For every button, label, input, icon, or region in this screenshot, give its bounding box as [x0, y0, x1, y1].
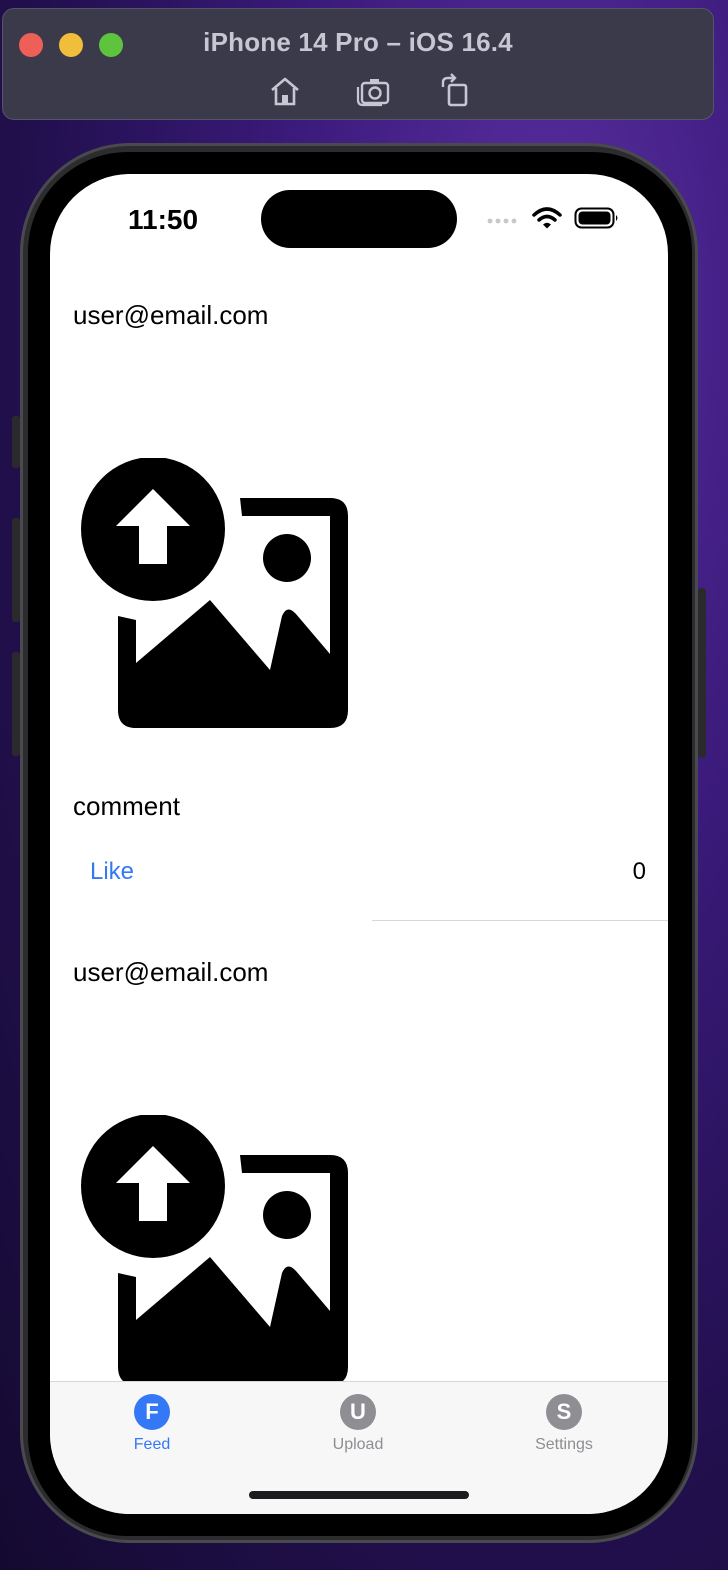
simulator-titlebar: iPhone 14 Pro – iOS 16.4 [2, 8, 714, 120]
post-author-email: user@email.com [73, 957, 269, 987]
feed-tab-icon: F [134, 1394, 170, 1430]
silent-switch [12, 416, 20, 468]
phone-screen: 11:50 user@email.com comment Like 0 user… [50, 174, 668, 1514]
like-button[interactable]: Like [90, 858, 134, 886]
wifi-icon [532, 206, 562, 235]
home-icon[interactable] [267, 73, 303, 109]
status-time: 11:50 [128, 204, 199, 235]
like-count: 0 [632, 858, 646, 885]
post-author-email: user@email.com [73, 300, 269, 330]
battery-icon [574, 206, 620, 235]
tab-settings[interactable]: S Settings [504, 1394, 624, 1454]
tab-feed[interactable]: F Feed [92, 1394, 212, 1454]
upload-tab-icon: U [340, 1394, 376, 1430]
window-title: iPhone 14 Pro – iOS 16.4 [203, 27, 513, 57]
tab-upload[interactable]: U Upload [298, 1394, 418, 1454]
upload-image-icon [81, 1115, 348, 1385]
upload-image-icon [81, 458, 348, 728]
tab-label: Upload [332, 1436, 384, 1453]
screenshot-icon[interactable] [355, 73, 391, 109]
home-indicator[interactable] [249, 1491, 469, 1499]
power-button [698, 588, 706, 758]
tab-label: Settings [535, 1436, 593, 1453]
dynamic-island [261, 190, 457, 248]
volume-up-button [12, 518, 20, 622]
post-comment: comment [73, 791, 180, 821]
volume-down-button [12, 652, 20, 756]
status-icons [486, 206, 620, 235]
rotate-icon[interactable] [437, 73, 473, 109]
tab-label: Feed [133, 1436, 171, 1453]
row-separator [372, 920, 668, 921]
cellular-icon [486, 212, 520, 230]
settings-tab-icon: S [546, 1394, 582, 1430]
